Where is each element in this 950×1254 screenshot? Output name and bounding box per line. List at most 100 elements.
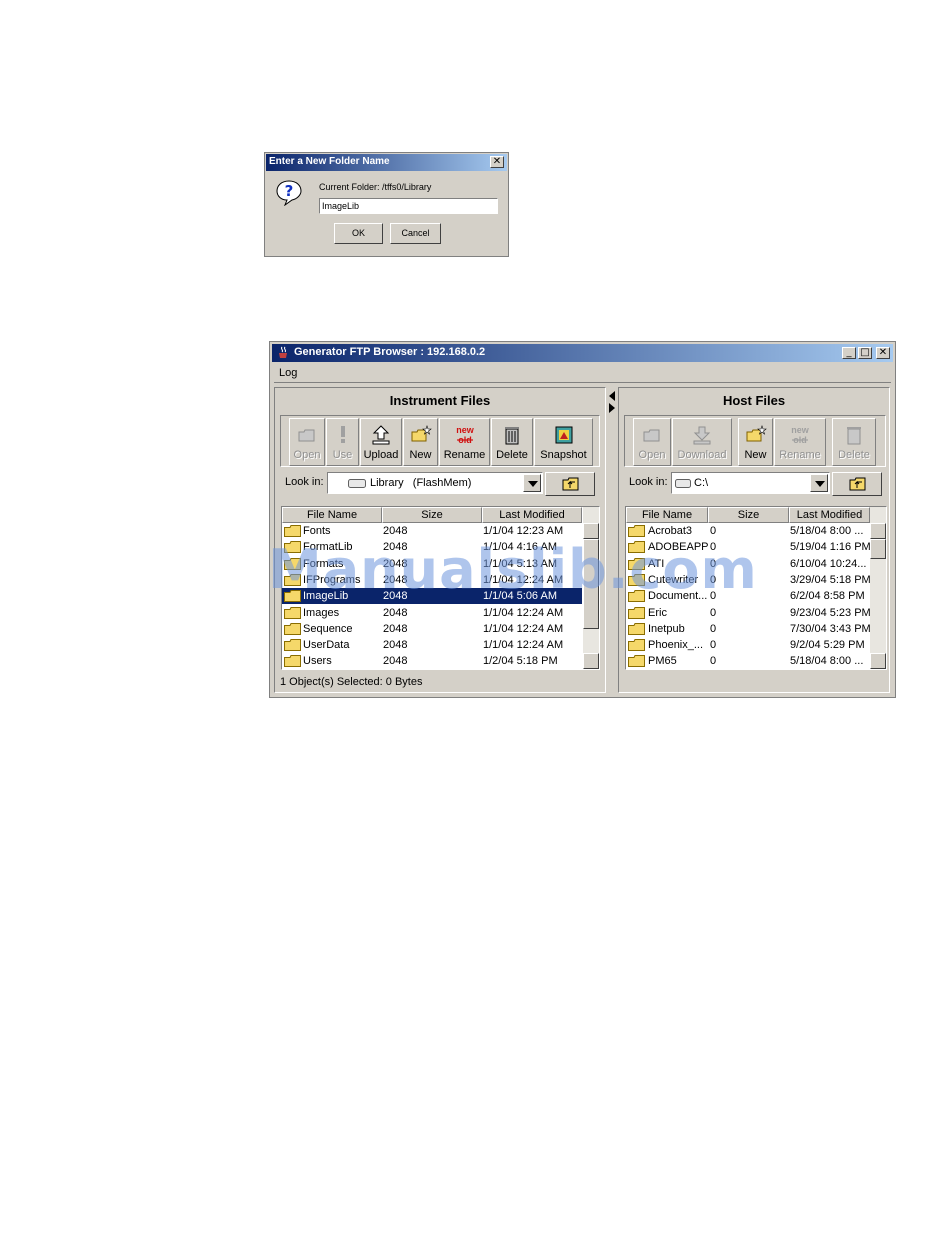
host-col-name[interactable]: File Name — [626, 507, 708, 523]
host-up-folder-button[interactable] — [832, 472, 882, 496]
cell-size: 0 — [710, 622, 717, 635]
instrument-use-label: Use — [332, 449, 353, 461]
table-row[interactable]: Inetpub 0 7/30/04 3:43 PM — [626, 621, 871, 637]
question-icon: ? — [276, 180, 302, 206]
instrument-upload-label: Upload — [363, 449, 399, 461]
new-folder-dialog: Enter a New Folder Name ✕ ? Current Fold… — [264, 152, 509, 257]
snapshot-icon — [555, 426, 572, 444]
host-scroll-thumb[interactable] — [870, 539, 886, 559]
instrument-up-folder-button[interactable] — [545, 472, 595, 496]
cell-name: Users — [303, 655, 332, 668]
host-toolbar: Open Download New new old Rename Delete — [624, 415, 886, 467]
open-folder-icon — [643, 429, 660, 442]
table-row[interactable]: Acrobat3 0 5/18/04 8:00 ... — [626, 523, 870, 539]
dialog-close-button[interactable]: ✕ — [490, 156, 504, 168]
instrument-status: 1 Object(s) Selected: 0 Bytes — [280, 676, 423, 688]
window-titlebar[interactable]: Generator FTP Browser : 192.168.0.2 _ □ … — [272, 344, 893, 362]
table-row[interactable]: UserData 2048 1/1/04 12:24 AM — [282, 637, 582, 653]
host-download-label: Download — [677, 449, 727, 461]
instrument-new-button[interactable]: New — [403, 418, 438, 466]
table-row[interactable]: Images 2048 1/1/04 12:24 AM — [282, 605, 582, 621]
rename-icon: new old — [791, 425, 810, 445]
host-rename-button[interactable]: new old Rename — [774, 418, 826, 466]
host-scrollbar[interactable] — [870, 507, 886, 669]
window-title: Generator FTP Browser : 192.168.0.2 — [294, 346, 486, 358]
cell-name: Eric — [648, 606, 667, 619]
folder-icon — [628, 622, 645, 635]
cell-size: 0 — [710, 525, 717, 537]
minimize-button[interactable]: _ — [842, 347, 856, 359]
host-scroll-up[interactable] — [870, 523, 886, 539]
cancel-button[interactable]: Cancel — [390, 223, 441, 244]
cell-name: UserData — [303, 639, 350, 652]
menu-log[interactable]: Log — [279, 367, 297, 379]
instrument-rename-button[interactable]: new old Rename — [439, 418, 490, 466]
host-look-in-combo[interactable]: C:\ — [671, 472, 830, 494]
new-folder-icon — [411, 425, 432, 442]
host-col-modified[interactable]: Last Modified — [789, 507, 870, 523]
cell-size: 2048 — [383, 639, 408, 652]
instrument-col-name[interactable]: File Name — [282, 507, 382, 523]
instrument-look-in-arrow[interactable] — [523, 474, 541, 492]
upload-icon — [372, 425, 390, 445]
host-delete-label: Delete — [838, 449, 870, 461]
host-look-in-arrow[interactable] — [810, 474, 828, 492]
svg-text:?: ? — [285, 182, 294, 200]
instrument-use-button[interactable]: Use — [326, 418, 359, 466]
cell-name: Phoenix_... — [648, 639, 704, 652]
table-row[interactable]: Sequence 2048 1/1/04 12:24 AM — [282, 621, 582, 637]
instrument-col-modified[interactable]: Last Modified — [482, 507, 582, 523]
host-new-label: New — [744, 449, 767, 461]
up-folder-icon — [849, 477, 866, 491]
table-row[interactable]: Users 2048 1/2/04 5:18 PM — [282, 653, 582, 669]
instrument-look-in-combo[interactable]: Library (FlashMem) — [327, 472, 543, 494]
instrument-snapshot-label: Snapshot — [540, 449, 587, 461]
cell-modified: 6/10/04 10:24... — [790, 557, 867, 570]
dialog-title: Enter a New Folder Name — [269, 156, 390, 167]
current-folder-label: Current Folder: /tffs0/Library — [319, 182, 432, 192]
host-scroll-down[interactable] — [870, 653, 886, 669]
folder-icon — [628, 606, 645, 619]
maximize-button[interactable]: □ — [858, 347, 872, 359]
dialog-titlebar[interactable]: Enter a New Folder Name ✕ — [266, 154, 507, 171]
instrument-scroll-down[interactable] — [583, 653, 599, 669]
svg-text:new: new — [791, 425, 810, 435]
trash-icon — [847, 427, 861, 445]
host-delete-button[interactable]: Delete — [832, 418, 876, 466]
host-col-size[interactable]: Size — [708, 507, 789, 523]
instrument-scroll-up[interactable] — [583, 523, 599, 539]
instrument-open-button[interactable]: Open — [289, 418, 325, 466]
cell-modified: 1/1/04 12:24 AM — [483, 606, 564, 619]
folder-icon — [628, 655, 645, 668]
host-open-button[interactable]: Open — [633, 418, 671, 466]
drive-icon — [348, 479, 366, 488]
instrument-upload-button[interactable]: Upload — [360, 418, 402, 466]
instrument-col-size[interactable]: Size — [382, 507, 482, 523]
java-cup-icon — [279, 346, 287, 358]
cell-size: 0 — [710, 655, 717, 668]
instrument-open-label: Open — [293, 449, 321, 461]
cell-size: 2048 — [383, 655, 408, 668]
drive-icon — [675, 479, 691, 488]
table-row[interactable]: PM65 0 5/18/04 8:00 ... — [626, 653, 870, 669]
host-download-button[interactable]: Download — [672, 418, 732, 466]
instrument-snapshot-button[interactable]: Snapshot — [534, 418, 593, 466]
instrument-look-in-label: Look in: — [285, 476, 324, 488]
table-row[interactable]: Eric 0 9/23/04 5:23 PM — [626, 605, 871, 621]
rename-icon: new old — [456, 425, 475, 445]
cell-modified: 9/23/04 5:23 PM — [790, 606, 871, 619]
table-row[interactable]: Fonts 2048 1/1/04 12:23 AM — [282, 523, 582, 539]
cell-modified: 3/29/04 5:18 PM — [790, 573, 871, 586]
instrument-delete-button[interactable]: Delete — [491, 418, 533, 466]
table-row[interactable]: Phoenix_... 0 9/2/04 5:29 PM — [626, 637, 870, 653]
cell-name: Acrobat3 — [648, 525, 693, 537]
ok-button[interactable]: OK — [334, 223, 383, 244]
window-close-button[interactable]: ✕ — [876, 347, 890, 359]
host-look-in-value: C:\ — [694, 477, 709, 489]
folder-name-input[interactable]: ImageLib — [319, 198, 498, 214]
svg-text:new: new — [456, 425, 475, 435]
open-folder-icon — [298, 429, 315, 442]
folder-icon — [628, 525, 645, 537]
folder-icon — [284, 606, 301, 619]
host-new-button[interactable]: New — [738, 418, 773, 466]
